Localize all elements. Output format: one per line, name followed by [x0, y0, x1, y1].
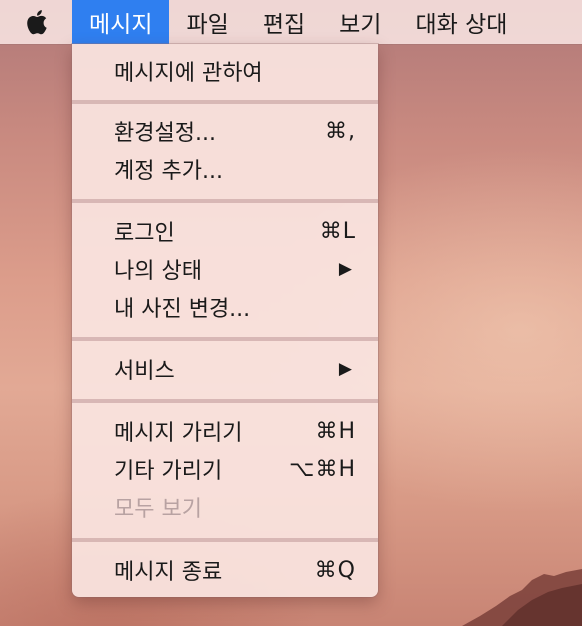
menu-separator — [72, 538, 378, 542]
menu-item-quit[interactable]: 메시지 종료 ⌘Q — [72, 551, 378, 589]
menu-item-label: 메시지 가리기 — [114, 421, 243, 446]
menu-item-label: 기타 가리기 — [114, 459, 223, 484]
menu-separator — [72, 199, 378, 203]
menubar-item-edit[interactable]: 편집 — [246, 0, 322, 44]
menu-item-label: 서비스 — [114, 359, 175, 384]
menu-item-label: 환경설정... — [114, 121, 216, 146]
apple-menu[interactable] — [0, 0, 72, 44]
menu-item-label: 로그인 — [114, 221, 175, 246]
menu-item-hide-messages[interactable]: 메시지 가리기 ⌘H — [72, 412, 378, 450]
menu-separator — [72, 399, 378, 403]
shortcut-label: ⌥⌘H — [289, 456, 356, 482]
apple-icon — [27, 10, 47, 35]
menu-item-services[interactable]: 서비스 ▶ — [72, 350, 378, 388]
menu-item-show-all: 모두 보기 — [72, 488, 378, 526]
wallpaper-mountain — [462, 569, 582, 626]
menubar-item-buddies[interactable]: 대화 상대 — [398, 0, 524, 44]
menu-separator — [72, 100, 378, 104]
menu-bar: 메시지 파일 편집 보기 대화 상대 — [0, 0, 582, 44]
menu-item-label: 내 사진 변경... — [114, 297, 251, 322]
submenu-arrow-icon: ▶ — [338, 259, 352, 279]
messages-dropdown-menu: 메시지에 관하여 환경설정... ⌘, 계정 추가... 로그인 ⌘L 나의 상… — [72, 44, 378, 597]
menubar-item-file[interactable]: 파일 — [169, 0, 245, 44]
menu-item-preferences[interactable]: 환경설정... ⌘, — [72, 112, 378, 150]
menu-item-label: 메시지 종료 — [114, 560, 223, 585]
menu-item-add-account[interactable]: 계정 추가... — [72, 150, 378, 188]
shortcut-label: ⌘H — [315, 418, 356, 444]
menu-item-label: 메시지에 관하여 — [114, 61, 263, 86]
shortcut-label: ⌘Q — [314, 557, 356, 583]
menu-item-my-status[interactable]: 나의 상태 ▶ — [72, 250, 378, 288]
menu-item-label: 나의 상태 — [114, 259, 202, 284]
menu-item-change-photo[interactable]: 내 사진 변경... — [72, 288, 378, 326]
menubar-item-view[interactable]: 보기 — [322, 0, 398, 44]
menu-item-about[interactable]: 메시지에 관하여 — [72, 52, 378, 90]
shortcut-label: ⌘, — [325, 118, 356, 144]
menu-item-label: 모두 보기 — [114, 497, 202, 522]
shortcut-label: ⌘L — [319, 218, 356, 244]
menu-item-login[interactable]: 로그인 ⌘L — [72, 212, 378, 250]
submenu-arrow-icon: ▶ — [338, 359, 352, 379]
menu-item-label: 계정 추가... — [114, 159, 223, 184]
menu-item-hide-others[interactable]: 기타 가리기 ⌥⌘H — [72, 450, 378, 488]
menubar-item-messages[interactable]: 메시지 — [72, 0, 170, 44]
menu-separator — [72, 337, 378, 341]
